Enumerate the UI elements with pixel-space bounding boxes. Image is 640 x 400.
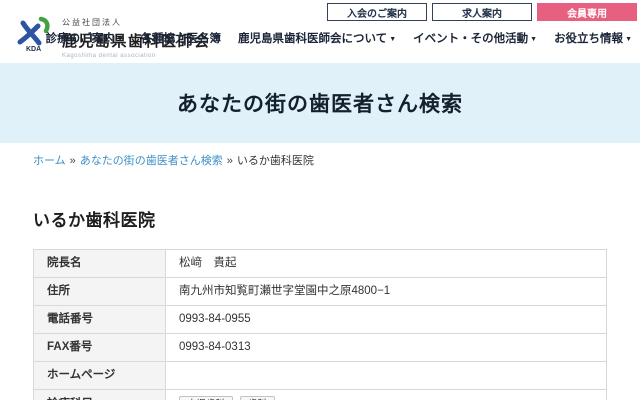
row-label: 電話番号 bbox=[33, 305, 166, 334]
breadcrumb-separator: » bbox=[226, 155, 233, 167]
row-value: 松﨑 貴起 bbox=[165, 249, 607, 278]
row-value: 0993-84-0955 bbox=[165, 305, 607, 334]
hero-banner: あなたの街の歯医者さん検索 bbox=[0, 63, 640, 143]
row-value bbox=[165, 361, 607, 390]
org-type-label: 公益社団法人 bbox=[62, 18, 122, 27]
subject-tag: 歯科 bbox=[240, 396, 276, 400]
main-content: ホーム» あなたの街の歯医者さん検索» いるか歯科医院 いるか歯科医院 院長名 松﨑 … bbox=[0, 152, 640, 400]
row-label: ホームページ bbox=[33, 361, 166, 390]
chevron-down-icon: ▼ bbox=[389, 36, 397, 43]
row-value: 0993-84-0313 bbox=[165, 333, 607, 362]
nav-item-about-association[interactable]: 鹿児島県歯科医師会について ▼ bbox=[238, 30, 396, 46]
nav-item-medical-guide[interactable]: 診療のご案内 ▼ bbox=[46, 30, 124, 46]
site-header: KDA 公益社団法人 鹿児島県歯科医師会 Kagoshima dental as… bbox=[0, 0, 640, 63]
breadcrumb-separator: » bbox=[69, 155, 76, 167]
svg-text:KDA: KDA bbox=[26, 46, 41, 53]
members-only-button[interactable]: 会員専用 bbox=[537, 3, 637, 21]
chevron-down-icon: ▼ bbox=[625, 36, 632, 43]
chevron-down-icon: ▼ bbox=[116, 36, 124, 43]
hero-title: あなたの街の歯医者さん検索 bbox=[177, 93, 463, 116]
nav-item-events[interactable]: イベント・その他活動 ▼ bbox=[413, 30, 537, 46]
table-row: 診療科目小児歯科 歯科 bbox=[33, 389, 607, 400]
table-row: FAX番号 0993-84-0313 bbox=[33, 333, 607, 362]
nav-item-useful-info[interactable]: お役立ち情報 ▼ bbox=[554, 30, 632, 46]
chevron-down-icon: ▼ bbox=[530, 36, 538, 43]
clinic-table-body: 院長名 松﨑 貴起 住所 南九州市知覧町瀬世字堂園中之原4800−1 電話番号 0993-… bbox=[33, 249, 607, 400]
subject-tag: 小児歯科 bbox=[179, 396, 234, 400]
breadcrumb-link[interactable]: ホーム bbox=[33, 155, 66, 167]
table-row: 院長名 松﨑 貴起 bbox=[33, 249, 607, 278]
join-guide-button[interactable]: 入会のご案内 bbox=[327, 3, 427, 21]
nav-item-cooperation-list[interactable]: 各種協力医名簿 bbox=[141, 30, 222, 46]
clinic-info-table: 院長名 松﨑 貴起 住所 南九州市知覧町瀬世字堂園中之原4800−1 電話番号 0993-… bbox=[33, 249, 607, 400]
header-actions: 入会のご案内 求人案内 会員専用 bbox=[327, 3, 637, 21]
row-label: 院長名 bbox=[33, 249, 166, 278]
org-name-english: Kagoshima dental association bbox=[62, 53, 156, 59]
breadcrumb: ホーム» あなたの街の歯医者さん検索» いるか歯科医院 bbox=[33, 152, 607, 168]
main-nav: 診療のご案内 ▼ 各種協力医名簿 鹿児島県歯科医師会について ▼ イベント・その他活動 ▼ お… bbox=[46, 30, 632, 46]
row-value: 小児歯科 歯科 bbox=[165, 389, 607, 400]
recruit-info-button[interactable]: 求人案内 bbox=[432, 3, 532, 21]
breadcrumb-current: いるか歯科医院 bbox=[236, 155, 314, 167]
table-row: 住所 南九州市知覧町瀬世字堂園中之原4800−1 bbox=[33, 277, 607, 306]
page-title: いるか歯科医院 bbox=[33, 211, 156, 230]
row-value: 南九州市知覧町瀬世字堂園中之原4800−1 bbox=[165, 277, 607, 306]
row-label: 診療科目 bbox=[33, 389, 166, 400]
row-label: 住所 bbox=[33, 277, 166, 306]
table-row: 電話番号 0993-84-0955 bbox=[33, 305, 607, 334]
table-row: ホームページ bbox=[33, 361, 607, 390]
row-label: FAX番号 bbox=[33, 333, 166, 362]
breadcrumb-link[interactable]: あなたの街の歯医者さん検索 bbox=[80, 155, 223, 167]
